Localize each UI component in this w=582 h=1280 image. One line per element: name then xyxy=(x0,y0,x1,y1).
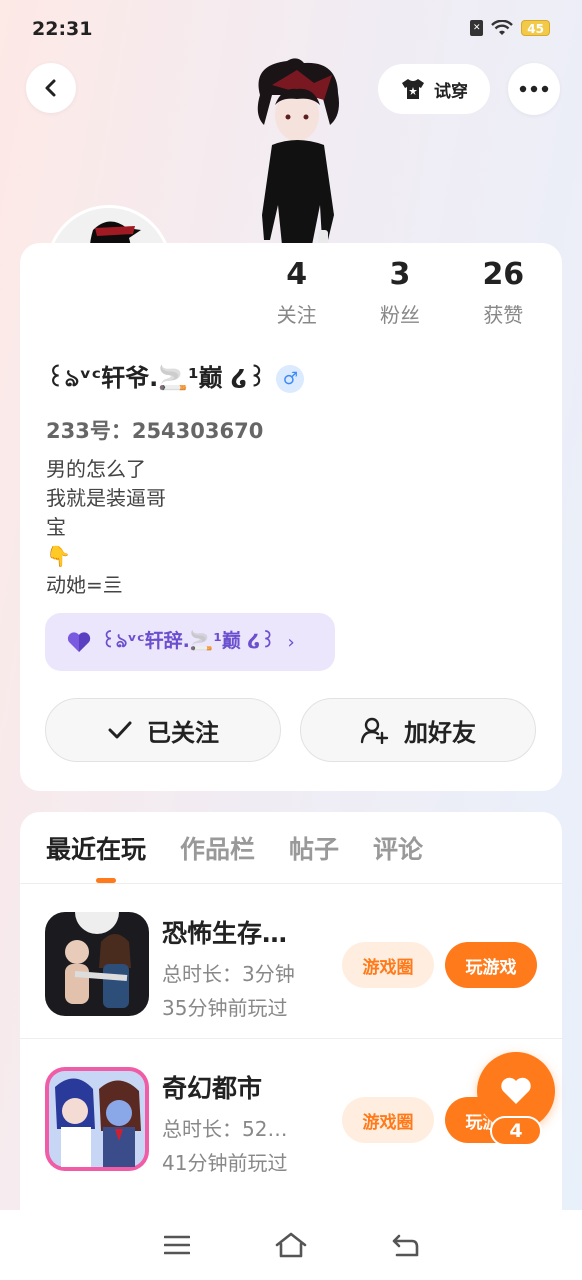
bio-line: 动她=亖 xyxy=(46,573,123,597)
stat-label: 关注 xyxy=(276,303,317,327)
stat-followers[interactable]: 3 粉丝 xyxy=(350,253,450,328)
bio-line: 男的怎么了 xyxy=(46,457,146,481)
stat-value: 26 xyxy=(482,257,525,292)
game-circle-button[interactable]: 游戏圈 xyxy=(342,942,434,988)
battery-icon: 45 xyxy=(521,20,550,36)
game-last-played: 41分钟前玩过 xyxy=(162,1151,288,1175)
bio-line: 宝 xyxy=(46,515,66,539)
tab-posts[interactable]: 帖子 xyxy=(289,830,339,866)
stat-likes[interactable]: 26 获赞 xyxy=(453,253,553,328)
game-last-played: 35分钟前玩过 xyxy=(162,996,288,1020)
game-thumbnail-image xyxy=(45,1067,149,1171)
stat-label: 获赞 xyxy=(483,303,524,327)
add-user-icon xyxy=(360,717,389,744)
followed-button[interactable]: 已关注 xyxy=(45,698,281,762)
bio: 男的怎么了 我就是装逼哥 宝 👇 动她=亖 xyxy=(46,455,166,600)
checkmark-icon xyxy=(108,721,132,739)
menu-icon xyxy=(164,1235,190,1255)
play-game-button[interactable]: 玩游戏 xyxy=(445,942,537,988)
stat-value: 3 xyxy=(389,257,411,292)
status-time: 22:31 xyxy=(32,18,93,40)
back-button[interactable] xyxy=(26,63,76,113)
more-dots-icon xyxy=(519,85,549,93)
avatar-figure-image xyxy=(257,58,339,245)
system-nav-bar xyxy=(0,1210,582,1280)
recent-games-card: 最近在玩 作品栏 帖子 评论 恐怖生存… 总时长：3分钟 35分钟前玩过 游戏圈… xyxy=(20,812,562,1232)
followed-label: 已关注 xyxy=(147,718,219,747)
bio-line: 我就是装逼哥 xyxy=(46,486,166,510)
content-tabs: 最近在玩 作品栏 帖子 评论 xyxy=(46,830,423,866)
try-on-label: 试穿 xyxy=(434,81,468,102)
try-on-button[interactable]: 试穿 xyxy=(378,64,490,114)
more-button[interactable] xyxy=(508,63,560,115)
chevron-right-icon: › xyxy=(287,631,295,653)
game-duration: 总时长：52… xyxy=(162,1117,288,1141)
purple-heart-icon xyxy=(67,632,91,652)
bio-line: 👇 xyxy=(46,544,71,568)
heart-icon xyxy=(501,1077,531,1104)
profile-card: 4 关注 3 粉丝 26 获赞 ꒰ঌᵛᶜ轩爷.🚬¹巅 ໒꒱ ♂ 233号：254… xyxy=(20,243,562,791)
menu-button[interactable] xyxy=(155,1223,199,1267)
home-icon xyxy=(275,1232,307,1258)
game-row[interactable]: 恐怖生存… 总时长：3分钟 35分钟前玩过 游戏圈 玩游戏 xyxy=(20,884,562,1034)
like-count-badge: 4 xyxy=(490,1116,542,1146)
stat-label: 粉丝 xyxy=(379,303,420,327)
cp-badge[interactable]: ꒰ঌᵛᶜ轩辞.🚬¹巅 ໒꒱ › xyxy=(45,613,335,671)
stat-value: 4 xyxy=(286,257,308,292)
game-circle-button[interactable]: 游戏圈 xyxy=(342,1097,434,1143)
wifi-icon xyxy=(491,20,514,35)
tshirt-icon xyxy=(402,79,424,99)
game-icon-fantasy-city[interactable] xyxy=(45,1067,149,1171)
game-thumbnail-image xyxy=(45,912,149,1016)
stats-row: 4 关注 3 粉丝 26 获赞 xyxy=(245,253,555,328)
male-icon: ♂ xyxy=(276,365,305,393)
game-duration: 总时长：3分钟 xyxy=(162,962,295,986)
system-back-button[interactable] xyxy=(383,1223,427,1267)
stat-following[interactable]: 4 关注 xyxy=(247,253,347,328)
status-bar: 22:31 ✕ 45 xyxy=(0,0,582,60)
user-id: 233号：254303670 xyxy=(46,419,264,443)
tab-works[interactable]: 作品栏 xyxy=(180,830,255,866)
back-arrow-icon xyxy=(392,1234,419,1257)
game-row[interactable]: 奇幻都市 总时长：52… 41分钟前玩过 游戏圈 玩游戏 xyxy=(20,1038,562,1188)
game-icon-horror-survival[interactable] xyxy=(45,912,149,1016)
tab-comments[interactable]: 评论 xyxy=(373,830,423,866)
tab-recently-played[interactable]: 最近在玩 xyxy=(46,830,146,866)
nickname: ꒰ঌᵛᶜ轩爷.🚬¹巅 ໒꒱ xyxy=(46,364,267,392)
add-friend-label: 加好友 xyxy=(404,718,476,747)
chevron-left-icon xyxy=(45,79,56,97)
home-button[interactable] xyxy=(269,1223,313,1267)
system-icons: ✕ 45 xyxy=(470,20,550,36)
sim-icon: ✕ xyxy=(470,20,484,36)
game-title: 恐怖生存… xyxy=(162,919,288,948)
add-friend-button[interactable]: 加好友 xyxy=(300,698,536,762)
cp-name: ꒰ঌᵛᶜ轩辞.🚬¹巅 ໒꒱ xyxy=(101,629,276,652)
game-title: 奇幻都市 xyxy=(162,1074,263,1103)
nickname-row: ꒰ঌᵛᶜ轩爷.🚬¹巅 ໒꒱ ♂ xyxy=(46,358,305,400)
